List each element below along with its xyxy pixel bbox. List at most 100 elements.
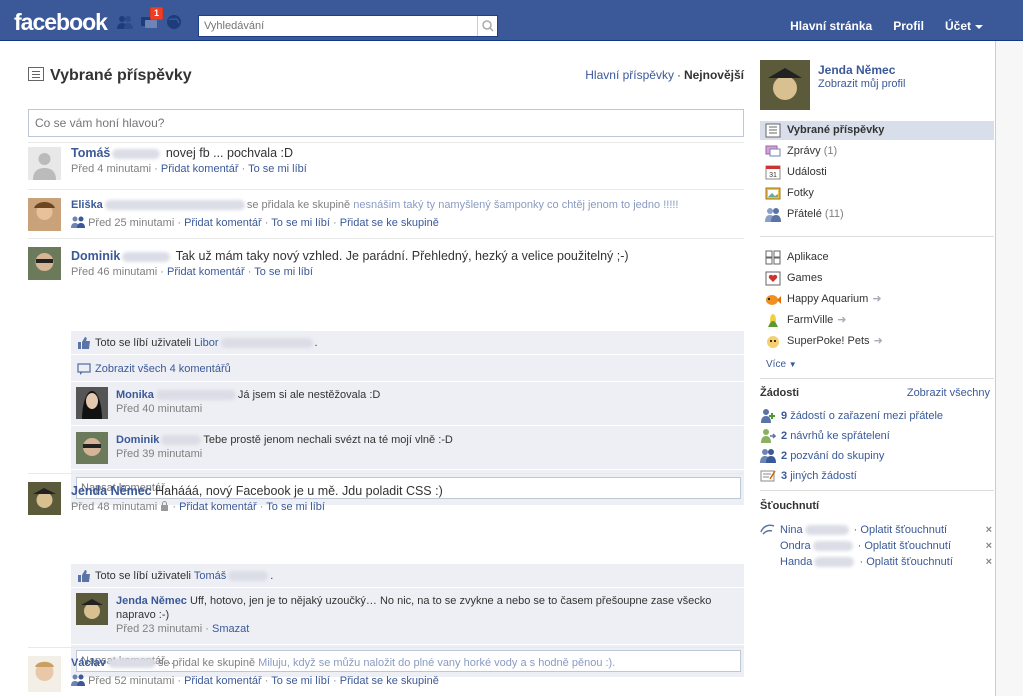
sidebar-item-friends[interactable]: Přátelé (11): [760, 205, 994, 224]
join-group-link[interactable]: Přidat se ke skupině: [340, 217, 439, 229]
comment-text: Tebe prostě jenom nechali svézt na té mo…: [203, 434, 453, 446]
more-apps-link[interactable]: Více ▼: [766, 359, 797, 370]
sidebar-item-photos[interactable]: Fotky: [760, 184, 994, 203]
poke-name[interactable]: Ondra: [780, 540, 811, 552]
search-input[interactable]: [199, 16, 475, 36]
profile-picture[interactable]: [760, 60, 810, 110]
comment-icon: [77, 363, 91, 375]
profile-link[interactable]: Profil: [893, 19, 924, 33]
group-icon: [71, 216, 85, 228]
status-input[interactable]: [29, 110, 743, 136]
feed-story: Eliška se přidala ke skupině nesnášim tak…: [28, 189, 744, 239]
poke-name[interactable]: Nina: [780, 524, 803, 536]
home-link[interactable]: Hlavní stránka: [790, 19, 872, 33]
like-link[interactable]: To se mi líbí: [271, 217, 330, 229]
comment-avatar[interactable]: [76, 593, 108, 625]
add-comment-link[interactable]: Přidat komentář: [184, 675, 262, 687]
see-all-requests-link[interactable]: Zobrazit všechny: [907, 387, 990, 399]
group-icon: [760, 449, 776, 463]
show-all-comments-link[interactable]: Zobrazit všech 4 komentářů: [95, 363, 231, 375]
group-link[interactable]: Miluju, když se můžu naložit do plné van…: [258, 657, 615, 669]
comment-avatar[interactable]: [76, 432, 108, 464]
sidebar-item-superpoke-pets[interactable]: SuperPoke! Pets ➜: [760, 332, 994, 351]
avatar[interactable]: [28, 198, 61, 231]
view-profile-link[interactable]: Zobrazit můj profil: [818, 78, 905, 90]
account-menu[interactable]: Účet: [945, 19, 983, 33]
facebook-logo[interactable]: facebook: [14, 9, 108, 36]
news-feed-icon: [28, 67, 44, 81]
story-time: Před 52 minutami: [88, 675, 175, 687]
avatar[interactable]: [28, 247, 61, 280]
sidebar-item-games[interactable]: Games: [760, 269, 994, 288]
poke-back-link[interactable]: Oplatit šťouchnutí: [866, 556, 953, 568]
like-link[interactable]: To se mi líbí: [248, 163, 307, 175]
avatar[interactable]: [28, 482, 61, 515]
name-blur: [804, 525, 849, 536]
comment: Jenda Němec Uff, hotovo, jen je to nějak…: [71, 588, 744, 645]
sidebar-item-messages[interactable]: Zprávy (1): [760, 142, 994, 161]
sidebar-item-events[interactable]: 31 Události: [760, 163, 994, 182]
poke-item: Nina · Oplatit šťouchnutí ×: [760, 522, 994, 538]
comment-time: Před 40 minutami: [116, 403, 203, 415]
poke-back-link[interactable]: Oplatit šťouchnutí: [864, 540, 951, 552]
poke-name[interactable]: Handa: [780, 556, 812, 568]
most-recent-link[interactable]: Nejnovější: [684, 68, 744, 82]
corn-icon: [768, 314, 778, 327]
add-comment-link[interactable]: Přidat komentář: [179, 501, 257, 513]
story-actor[interactable]: Eliška: [71, 199, 103, 211]
request-other[interactable]: 3 jiných žádostí: [760, 467, 994, 485]
join-group-link[interactable]: Přidat se ke skupině: [340, 675, 439, 687]
name-blur: [107, 658, 156, 669]
delete-comment-link[interactable]: Smazat: [212, 623, 249, 635]
notifications-globe-icon[interactable]: [165, 14, 183, 30]
request-group-invites[interactable]: 2 pozvání do skupiny: [760, 447, 994, 465]
name-blur: [814, 557, 855, 568]
feed-sort: Hlavní příspěvky · Nejnovější: [585, 68, 744, 82]
search-box: [198, 15, 498, 37]
request-friend[interactable]: 9 žádostí o zařazení mezi přátele: [760, 407, 994, 425]
like-link[interactable]: To se mi líbí: [254, 266, 313, 278]
add-comment-link[interactable]: Přidat komentář: [161, 163, 239, 175]
friend-requests-icon[interactable]: [116, 14, 134, 30]
close-icon[interactable]: ×: [986, 522, 992, 538]
likes-row: Toto se líbí uživateli Libor.: [71, 331, 744, 355]
avatar[interactable]: [28, 147, 61, 180]
sidebar-item-farmville[interactable]: FarmVille ➜: [760, 311, 994, 330]
other-requests-icon: [760, 470, 776, 482]
sidebar-item-news-feed[interactable]: Vybrané příspěvky: [760, 121, 994, 140]
request-suggestions[interactable]: 2 návrhů ke spřátelení: [760, 427, 994, 445]
story-time: Před 46 minutami: [71, 266, 158, 278]
comment-actor[interactable]: Jenda Němec: [116, 595, 187, 607]
name-blur: [228, 571, 269, 582]
arrow-right-icon: ➜: [873, 335, 883, 347]
sidebar-item-apps[interactable]: Aplikace: [760, 248, 994, 267]
top-news-link[interactable]: Hlavní příspěvky: [585, 68, 674, 82]
poke-back-link[interactable]: Oplatit šťouchnutí: [860, 524, 947, 536]
profile-name[interactable]: Jenda Němec: [818, 63, 895, 77]
avatar[interactable]: [28, 656, 61, 692]
add-comment-link[interactable]: Přidat komentář: [184, 217, 262, 229]
comment-actor[interactable]: Dominik: [116, 434, 159, 446]
like-link[interactable]: To se mi líbí: [266, 501, 325, 513]
liker-link[interactable]: Tomáš: [194, 570, 226, 582]
story-actor[interactable]: Dominik: [71, 249, 120, 263]
comment-text: Já jsem si ale nestěžovala :D: [237, 389, 381, 401]
story-actor[interactable]: Jenda Němec: [71, 484, 152, 498]
group-link[interactable]: nesnášim taký ty namyšlený šamponky co c…: [353, 199, 678, 211]
chevron-down-icon: [975, 24, 983, 29]
story-actor[interactable]: Tomáš: [71, 146, 110, 160]
liker-link[interactable]: Libor: [194, 337, 218, 349]
search-icon: [482, 20, 494, 32]
search-button[interactable]: [477, 16, 497, 36]
comment-avatar[interactable]: [76, 387, 108, 419]
events-day-number: 31: [769, 172, 777, 179]
comment-actor[interactable]: Monika: [116, 389, 154, 401]
name-blur: [112, 148, 161, 159]
close-icon[interactable]: ×: [986, 554, 992, 570]
story-actor[interactable]: Václav: [71, 657, 106, 669]
story-text: Tak už mám taky nový vzhled. Je parádní.…: [175, 249, 629, 263]
close-icon[interactable]: ×: [986, 538, 992, 554]
sidebar-item-happy-aquarium[interactable]: Happy Aquarium ➜: [760, 290, 994, 309]
like-link[interactable]: To se mi líbí: [271, 675, 330, 687]
add-comment-link[interactable]: Přidat komentář: [167, 266, 245, 278]
